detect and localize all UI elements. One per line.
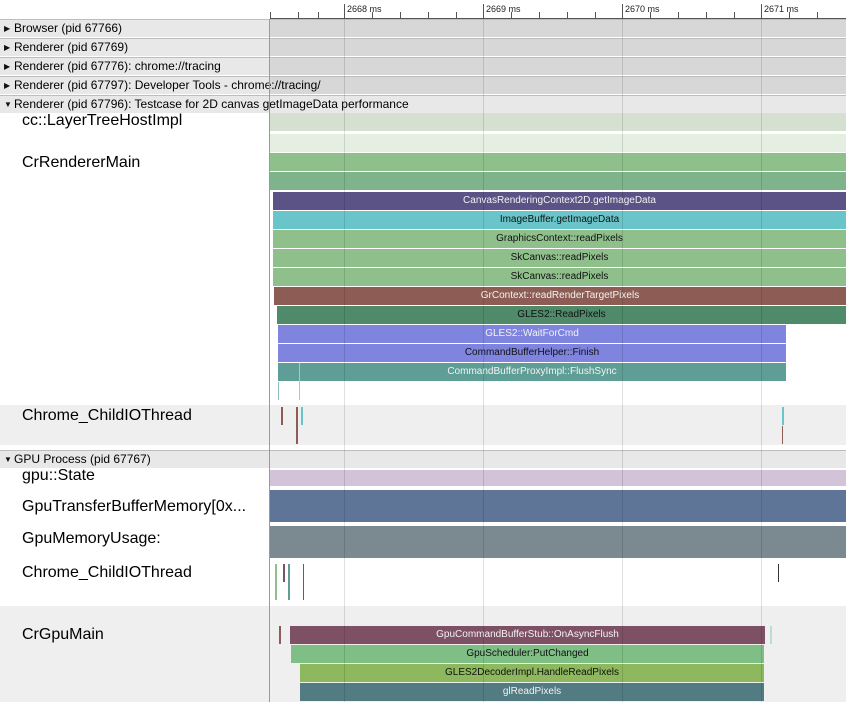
ruler-label: 2671 ms: [764, 4, 799, 14]
counter-track[interactable]: [270, 134, 846, 152]
process-summary-track: [270, 77, 846, 94]
slice-graphicscontext-readpixels[interactable]: GraphicsContext::readPixels: [273, 230, 846, 248]
tiny-slice[interactable]: [782, 426, 783, 444]
process-title: Renderer (pid 67769): [14, 40, 129, 54]
async-track[interactable]: [270, 172, 846, 190]
slice-gpuscheduler-putchanged[interactable]: GpuScheduler:PutChanged: [291, 645, 764, 663]
process-header-renderer-67797[interactable]: ▶ Renderer (pid 67797): Developer Tools …: [0, 76, 846, 94]
process-header-renderer-67796[interactable]: ▼ Renderer (pid 67796): Testcase for 2D …: [0, 95, 846, 113]
ruler-tick-major: [622, 4, 623, 18]
ruler-tick: [595, 12, 596, 18]
slice-skcanvas-readpixels[interactable]: SkCanvas::readPixels: [273, 268, 846, 286]
tiny-slice[interactable]: [278, 382, 279, 400]
slice-grcontext-readrendertargetpixels[interactable]: GrContext::readRenderTargetPixels: [274, 287, 846, 305]
thread-label-renderer-main: CrRendererMain: [22, 154, 141, 171]
slice-commandbufferhelper-finish[interactable]: CommandBufferHelper::Finish: [278, 344, 786, 362]
expand-triangle-icon[interactable]: ▶: [4, 39, 14, 56]
slice-gpucommandbufferstub-onasyncflush[interactable]: GpuCommandBufferStub::OnAsyncFlush: [290, 626, 765, 644]
ruler-label: 2669 ms: [486, 4, 521, 14]
thread-label-child-io-renderer: Chrome_ChildIOThread: [22, 407, 192, 424]
label-column-divider: [269, 19, 270, 702]
tiny-slice[interactable]: [281, 407, 283, 425]
counter-track[interactable]: [270, 113, 846, 131]
ruler-tick: [539, 12, 540, 18]
expand-triangle-icon[interactable]: ▶: [4, 58, 14, 75]
tiny-slice[interactable]: [778, 564, 779, 582]
ruler-tick: [270, 12, 271, 18]
ruler-tick-major: [761, 4, 762, 18]
process-title: Renderer (pid 67796): Testcase for 2D ca…: [14, 97, 409, 111]
process-header-renderer-67776[interactable]: ▶ Renderer (pid 67776): chrome://tracing: [0, 57, 846, 75]
thread-label-memory-usage: GpuMemoryUsage:: [22, 530, 161, 547]
ruler-label: 2670 ms: [625, 4, 660, 14]
ruler-tick: [567, 12, 568, 18]
counter-track[interactable]: [270, 526, 846, 558]
tiny-slice[interactable]: [288, 564, 290, 600]
slice-gles2decoderimpl-handlereadpixels[interactable]: GLES2DecoderImpl.HandleReadPixels: [300, 664, 764, 682]
slice-commandbufferproxyimpl-flushsync[interactable]: CommandBufferProxyImpl::FlushSync: [278, 363, 786, 381]
counter-track[interactable]: [270, 470, 846, 486]
process-title: GPU Process (pid 67767): [14, 452, 151, 466]
collapse-triangle-icon[interactable]: ▼: [4, 96, 14, 113]
thread-label-transfer-buffer: GpuTransferBufferMemory[0x...: [22, 498, 247, 515]
counter-track[interactable]: [270, 490, 846, 522]
time-ruler[interactable]: 2668 ms 2669 ms 2670 ms 2671 ms: [0, 0, 846, 19]
ruler-tick: [678, 12, 679, 18]
ruler-tick: [734, 12, 735, 18]
thread-label-gpu-state: gpu::State: [22, 467, 95, 484]
ruler-tick: [817, 12, 818, 18]
slice-imagebuffer-getimagedata[interactable]: ImageBuffer.getImageData: [273, 211, 846, 229]
slice-gles2-readpixels[interactable]: GLES2::ReadPixels: [277, 306, 846, 324]
ruler-tick: [318, 12, 319, 18]
tiny-slice[interactable]: [303, 564, 304, 600]
thread-label-child-io-gpu: Chrome_ChildIOThread: [22, 564, 192, 581]
ruler-label: 2668 ms: [347, 4, 382, 14]
process-header-browser[interactable]: ▶ Browser (pid 67766): [0, 19, 846, 37]
collapse-triangle-icon[interactable]: ▼: [4, 451, 14, 468]
async-track[interactable]: [270, 153, 846, 171]
tiny-slice[interactable]: [770, 626, 772, 644]
ruler-tick: [428, 12, 429, 18]
slice-gles2-waitforcmd[interactable]: GLES2::WaitForCmd: [278, 325, 786, 343]
tiny-slice[interactable]: [782, 407, 784, 425]
ruler-tick-major: [483, 4, 484, 18]
expand-triangle-icon[interactable]: ▶: [4, 20, 14, 37]
tiny-slice[interactable]: [275, 564, 277, 600]
process-summary-track: [270, 20, 846, 37]
ruler-tick: [456, 12, 457, 18]
tiny-slice[interactable]: [301, 407, 303, 425]
tiny-slice[interactable]: [279, 626, 281, 644]
ruler-tick: [706, 12, 707, 18]
process-title: Browser (pid 67766): [14, 21, 123, 35]
thread-label-gpu-main: CrGpuMain: [22, 626, 104, 643]
slice-skcanvas-readpixels[interactable]: SkCanvas::readPixels: [273, 249, 846, 267]
ruler-tick: [298, 12, 299, 18]
process-summary-track: [270, 39, 846, 56]
process-summary-track: [270, 58, 846, 75]
process-title: Renderer (pid 67797): Developer Tools - …: [14, 78, 321, 92]
expand-triangle-icon[interactable]: ▶: [4, 77, 14, 94]
process-header-gpu[interactable]: ▼ GPU Process (pid 67767): [0, 450, 846, 468]
slice-glreadpixels[interactable]: glReadPixels: [300, 683, 764, 701]
thread-label-layer-tree: cc::LayerTreeHostImpl: [22, 112, 183, 129]
ruler-tick: [400, 12, 401, 18]
ruler-tick-major: [344, 4, 345, 18]
process-title: Renderer (pid 67776): chrome://tracing: [14, 59, 221, 73]
process-header-renderer-67769[interactable]: ▶ Renderer (pid 67769): [0, 38, 846, 56]
tiny-slice[interactable]: [296, 407, 298, 444]
tiny-slice[interactable]: [299, 363, 300, 400]
tiny-slice[interactable]: [283, 564, 285, 582]
slice-canvas-getimagedata[interactable]: CanvasRenderingContext2D.getImageData: [273, 192, 846, 210]
